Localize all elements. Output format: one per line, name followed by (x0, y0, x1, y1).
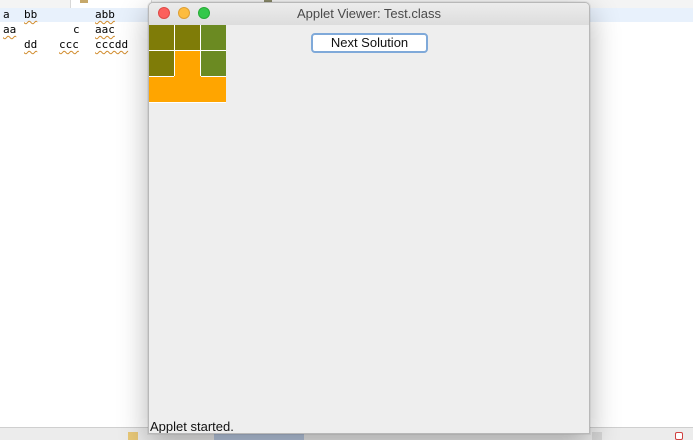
editor-tab-icon (80, 0, 88, 3)
editor-token: dd (24, 38, 38, 51)
editor-token: a (3, 8, 10, 21)
puzzle-cell-orange (175, 51, 200, 77)
puzzle-cell-green (201, 51, 226, 76)
applet-content: Next Solution (149, 25, 589, 413)
status-text: Applet started. (150, 419, 234, 434)
bottom-tab-icon[interactable] (128, 432, 138, 440)
desktop: a bb abb aa c aac dd ccc cccdd Applet Vi… (0, 0, 693, 440)
puzzle-cell-olive (149, 51, 174, 76)
window-title: Applet Viewer: Test.class (296, 6, 442, 21)
editor-line: dd ccc cccdd (0, 38, 128, 52)
editor-token: aa (3, 23, 17, 36)
next-solution-button[interactable]: Next Solution (311, 33, 428, 53)
error-icon[interactable] (675, 432, 683, 440)
editor-token: abb (95, 8, 115, 21)
puzzle-cell-orange (200, 77, 226, 102)
editor-token: c (73, 23, 80, 36)
editor-token: cccdd (95, 38, 129, 51)
editor-token: ccc (59, 38, 79, 51)
applet-viewer-window: Applet Viewer: Test.class Next Solution … (148, 2, 590, 434)
puzzle-cell-olive (149, 25, 174, 50)
bottom-tab[interactable] (592, 432, 602, 440)
puzzle-grid (149, 25, 226, 103)
puzzle-cell-green (201, 25, 226, 50)
title-bar[interactable]: Applet Viewer: Test.class (149, 3, 589, 26)
editor-line: aa c aac (0, 23, 115, 37)
status-bar: Applet started. (149, 413, 589, 434)
puzzle-cell-orange (174, 76, 201, 102)
puzzle-cell-olive (175, 25, 200, 50)
editor-token: bb (24, 8, 38, 21)
puzzle-cell-orange (149, 77, 175, 102)
editor-token: aac (95, 23, 115, 36)
editor-line: a bb abb (0, 8, 115, 22)
